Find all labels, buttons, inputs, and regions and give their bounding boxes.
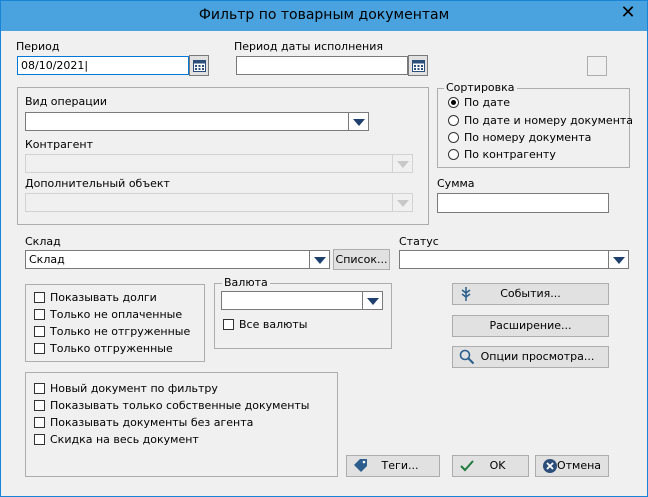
exec-period-input[interactable]	[236, 56, 408, 75]
title-bar: Фильтр по товарным документам ✕	[1, 1, 647, 31]
checkbox-label: Только не отгруженные	[50, 325, 191, 338]
close-button[interactable]: ✕	[615, 3, 641, 25]
operation-select[interactable]	[25, 112, 349, 131]
view-options-button-label: Опции просмотра...	[480, 350, 595, 363]
checkbox-shipped[interactable]	[34, 343, 45, 354]
operation-label: Вид операции	[25, 95, 107, 108]
extension-button[interactable]: Расширение...	[452, 315, 609, 337]
sort-group-title: Сортировка	[444, 81, 517, 94]
extra-object-dropdown-button	[393, 193, 413, 212]
ok-button[interactable]: OK	[452, 455, 529, 477]
sort-radio-number[interactable]	[448, 132, 459, 143]
period-calendar-button[interactable]	[189, 55, 209, 76]
calendar-icon	[412, 60, 425, 72]
checkbox-label: Показывать документы без агента	[50, 416, 254, 429]
sort-option-label: По номеру документа	[464, 131, 592, 144]
tags-button[interactable]: Теги...	[346, 455, 440, 477]
contractor-select	[25, 154, 393, 173]
sum-label: Сумма	[437, 177, 475, 190]
checkbox-show-debts[interactable]	[34, 292, 45, 303]
contractor-dropdown-button	[393, 154, 413, 173]
contractor-label: Контрагент	[25, 138, 94, 151]
search-icon	[459, 349, 475, 365]
sort-radio-date[interactable]	[448, 97, 459, 108]
checkbox-whole-discount[interactable]	[34, 434, 45, 445]
period-label: Период	[16, 40, 60, 53]
checkbox-all-currencies[interactable]	[223, 319, 234, 330]
sort-option-label: По контрагенту	[464, 148, 556, 161]
status-label: Статус	[399, 235, 439, 248]
events-button[interactable]: События...	[452, 283, 609, 305]
status-select[interactable]	[399, 250, 609, 269]
sort-radio-contractor[interactable]	[448, 149, 459, 160]
chevron-down-icon	[353, 119, 365, 126]
ok-button-label: OK	[489, 459, 506, 472]
sort-option-label: По дате и номеру документа	[464, 114, 634, 127]
filter-dialog: Фильтр по товарным документам ✕ Период 0…	[0, 0, 648, 497]
tags-button-label: Теги...	[381, 459, 419, 472]
checkbox-not-shipped[interactable]	[34, 326, 45, 337]
checkbox-label: Только не оплаченные	[50, 308, 183, 321]
chevron-down-icon	[397, 200, 409, 207]
checkbox-label: Показывать только собственные документы	[50, 399, 310, 412]
chevron-down-icon	[613, 257, 625, 264]
extra-object-select	[25, 193, 393, 212]
sort-radio-date-number[interactable]	[448, 115, 459, 126]
events-button-label: События...	[500, 287, 561, 300]
checkbox-label: Скидка на весь документ	[50, 433, 199, 446]
checkbox-new-doc-by-filter[interactable]	[34, 383, 45, 394]
sort-option-label: По дате	[464, 96, 511, 109]
checkmark-icon	[460, 460, 474, 472]
chevron-down-icon	[367, 298, 379, 305]
exec-period-label: Период даты исполнения	[234, 40, 384, 53]
cancel-button[interactable]: Отмена	[535, 455, 609, 477]
checkbox-label: Показывать долги	[50, 291, 157, 304]
events-icon	[461, 287, 471, 301]
status-dropdown-button[interactable]	[609, 250, 629, 269]
checkbox-unpaid[interactable]	[34, 309, 45, 320]
operation-dropdown-button[interactable]	[349, 112, 369, 131]
currency-dropdown-button[interactable]	[363, 291, 383, 310]
warehouse-list-button[interactable]: Список...	[333, 249, 390, 270]
currency-group-title: Валюта	[222, 276, 270, 289]
sum-input[interactable]	[437, 193, 609, 213]
chevron-down-icon	[397, 161, 409, 168]
checkbox-label: Новый документ по фильтру	[50, 382, 218, 395]
view-options-button[interactable]: Опции просмотра...	[452, 346, 609, 368]
checkbox-no-agent[interactable]	[34, 417, 45, 428]
extra-object-label: Дополнительный объект	[25, 177, 170, 190]
chevron-down-icon	[314, 257, 326, 264]
tag-icon	[354, 459, 367, 472]
exec-period-calendar-button[interactable]	[408, 55, 428, 76]
window-title: Фильтр по товарным документам	[198, 7, 450, 23]
warehouse-dropdown-button[interactable]	[310, 250, 330, 269]
warehouse-label: Склад	[25, 235, 61, 248]
color-indicator-box[interactable]	[587, 56, 607, 76]
checkbox-own-documents[interactable]	[34, 400, 45, 411]
calendar-icon	[193, 60, 206, 72]
all-currencies-label: Все валюты	[239, 318, 308, 331]
cancel-icon	[543, 459, 557, 473]
period-input[interactable]: 08/10/2021|	[17, 56, 189, 75]
currency-select[interactable]	[221, 291, 363, 310]
checkbox-label: Только отгруженные	[50, 342, 173, 355]
warehouse-select[interactable]: Склад	[25, 250, 310, 269]
